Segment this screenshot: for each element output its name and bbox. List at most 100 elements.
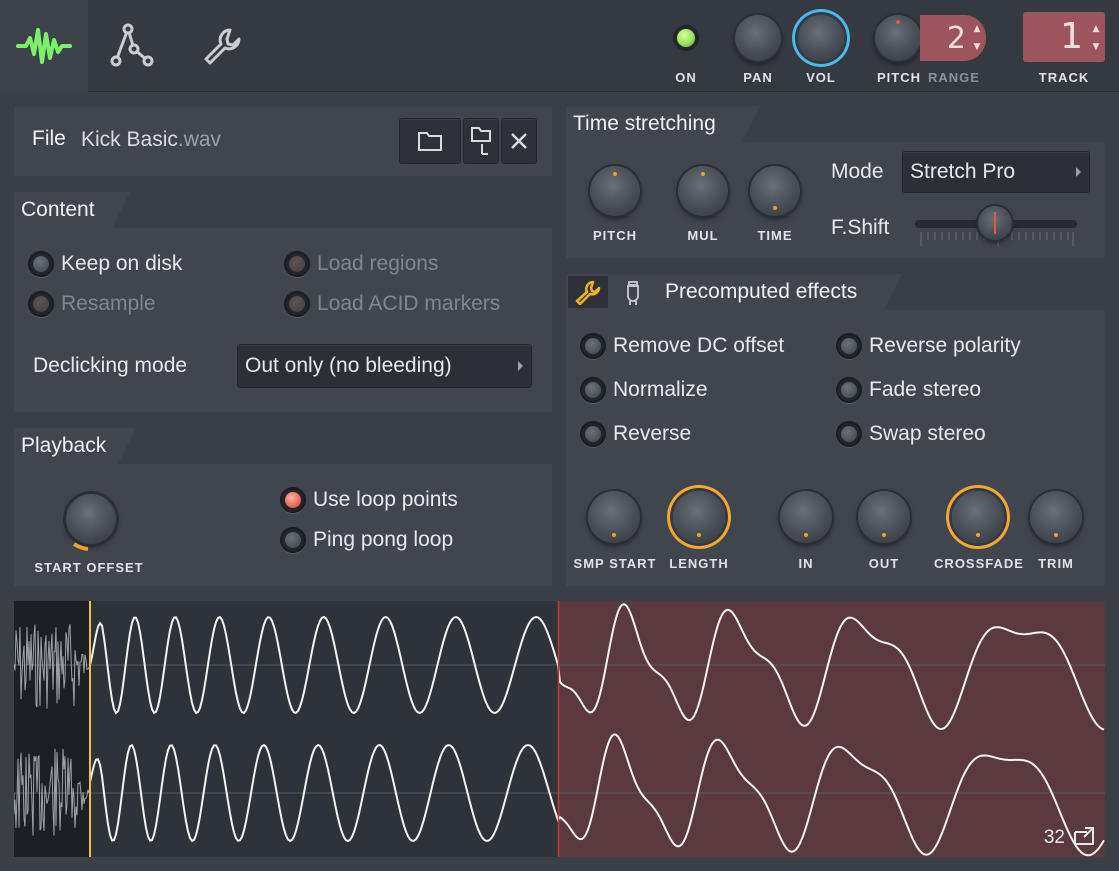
range-down-icon[interactable]: ▼	[972, 42, 982, 52]
wrench-icon	[575, 280, 601, 305]
normalize-label: Normalize	[613, 378, 708, 401]
tab-envelope[interactable]	[89, 0, 177, 92]
ping-pong-loop-label: Ping pong loop	[313, 528, 454, 551]
use-loop-points-radio[interactable]	[280, 487, 306, 513]
stretch-mode-value: Stretch Pro	[910, 160, 1016, 183]
start-offset-arc	[72, 542, 89, 551]
keep-on-disk-radio[interactable]	[28, 251, 54, 277]
stretch-pitch-knob[interactable]	[590, 166, 640, 216]
precomputed-effects-title: Precomputed effects	[665, 280, 858, 303]
fade-in-knob[interactable]	[780, 491, 832, 543]
declicking-mode-value: Out only (no bleeding)	[245, 354, 452, 377]
zoom-fit-icon[interactable]	[1073, 826, 1095, 846]
fade-stereo-radio[interactable]	[836, 377, 862, 403]
zoom-level: 32	[1043, 827, 1065, 848]
fshift-slider[interactable]	[915, 206, 1077, 250]
on-led-button[interactable]	[673, 25, 699, 51]
mixer-track-selector[interactable]: 1 ▲ ▼	[1023, 12, 1105, 62]
pitch-label: PITCH	[877, 70, 921, 85]
browse-file-icon	[471, 127, 491, 155]
fshift-label: F.Shift	[831, 216, 890, 239]
time-stretching-title: Time stretching	[573, 112, 716, 135]
track-down-icon[interactable]: ▼	[1091, 42, 1101, 52]
use-loop-points-label: Use loop points	[313, 488, 458, 511]
track-up-icon[interactable]: ▲	[1091, 24, 1101, 34]
reverse-label: Reverse	[613, 422, 692, 445]
track-label: TRACK	[1038, 70, 1090, 85]
load-acid-markers-radio	[284, 291, 310, 317]
stretch-time-knob[interactable]	[750, 166, 800, 216]
precomputed-effects-header: Precomputed effects	[566, 274, 902, 310]
fade-stereo-label: Fade stereo	[869, 378, 982, 401]
stretch-pitch-label: PITCH	[593, 228, 637, 243]
volume-knob[interactable]	[798, 15, 844, 61]
length-label: LENGTH	[669, 556, 729, 571]
length-knob[interactable]	[673, 491, 725, 543]
pan-knob[interactable]	[735, 15, 781, 61]
crossfade-label: CROSSFADE	[934, 556, 1024, 571]
effects-tools-button[interactable]	[568, 276, 608, 308]
range-up-icon[interactable]: ▲	[972, 24, 982, 34]
waveform-display[interactable]: 32	[14, 601, 1105, 857]
open-file-button[interactable]	[399, 118, 461, 164]
open-folder-icon	[418, 132, 442, 151]
reverse-polarity-radio[interactable]	[836, 333, 862, 359]
dropdown-arrow-icon	[1076, 167, 1081, 177]
load-acid-markers-label: Load ACID markers	[317, 292, 501, 315]
smp-start-knob[interactable]	[588, 491, 640, 543]
tab-sample-settings[interactable]	[0, 0, 88, 92]
fade-out-label: OUT	[868, 556, 900, 571]
start-offset-label: START OFFSET	[34, 560, 144, 575]
time-stretching-header: Time stretching	[566, 106, 760, 142]
crossfade-knob[interactable]	[952, 491, 1004, 543]
wrench-icon	[204, 28, 241, 65]
reverse-radio[interactable]	[580, 421, 606, 447]
stretch-mul-label: MUL	[687, 228, 719, 243]
tab-misc-functions[interactable]	[178, 0, 266, 92]
ping-pong-loop-radio[interactable]	[280, 527, 306, 553]
remove-file-button[interactable]	[501, 118, 537, 164]
swap-stereo-radio[interactable]	[836, 421, 862, 447]
remove-dc-offset-radio[interactable]	[580, 333, 606, 359]
file-panel: File Kick Basic.wav	[14, 106, 552, 176]
playback-header: Playback	[14, 428, 136, 464]
declicking-mode-label: Declicking mode	[33, 354, 188, 377]
waveform-icon	[16, 28, 72, 64]
vol-label: VOL	[806, 70, 836, 85]
pitch-range-display[interactable]: 2 ▲ ▼	[920, 15, 986, 61]
declicking-mode-dropdown[interactable]: Out only (no bleeding)	[237, 344, 532, 388]
pitch-knob[interactable]	[875, 15, 921, 61]
fade-out-knob[interactable]	[858, 491, 910, 543]
resample-label: Resample	[61, 292, 156, 315]
keep-on-disk-label: Keep on disk	[61, 252, 183, 275]
load-regions-label: Load regions	[317, 252, 439, 275]
stretch-mode-dropdown[interactable]: Stretch Pro	[902, 151, 1090, 193]
mode-label: Mode	[831, 160, 884, 183]
trim-label: TRIM	[1038, 556, 1074, 571]
trim-knob[interactable]	[1030, 491, 1082, 543]
file-name: Kick Basic.wav	[81, 128, 222, 151]
on-label: ON	[675, 70, 697, 85]
waveform-canvas	[14, 601, 1105, 857]
top-toolbar: ON PAN VOL PITCH 2 ▲ ▼ RANGE 1 ▲ ▼ TRACK	[0, 0, 1119, 92]
range-label: RANGE	[928, 70, 980, 85]
resample-radio	[28, 291, 54, 317]
load-regions-radio	[284, 251, 310, 277]
reverse-polarity-label: Reverse polarity	[869, 334, 1021, 357]
dropdown-arrow-icon	[518, 361, 523, 371]
pitch-range-value: 2	[946, 21, 966, 56]
browse-file-button[interactable]	[463, 118, 499, 164]
envelope-icon	[110, 23, 154, 67]
content-header: Content	[14, 192, 130, 228]
swap-stereo-label: Swap stereo	[869, 422, 986, 445]
tube-icon	[627, 281, 639, 305]
normalize-radio[interactable]	[580, 377, 606, 403]
stretch-time-label: TIME	[757, 228, 793, 243]
content-title: Content	[21, 198, 95, 221]
fade-in-label: IN	[798, 556, 814, 571]
fshift-slider-handle[interactable]	[978, 206, 1012, 240]
playback-title: Playback	[21, 434, 107, 457]
file-label: File	[32, 127, 66, 150]
stretch-mul-knob[interactable]	[678, 166, 728, 216]
smp-start-label: SMP START	[573, 556, 657, 571]
